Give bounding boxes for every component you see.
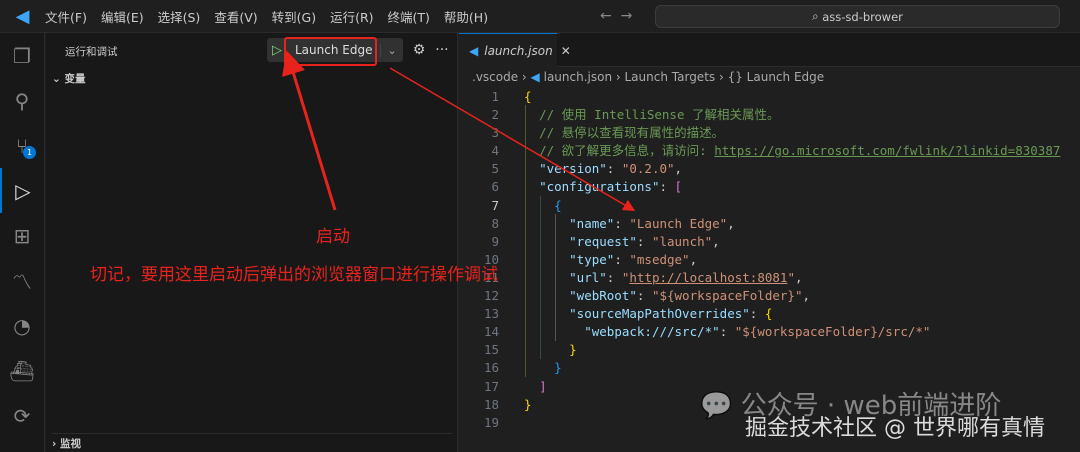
wechat-icon: 💬	[700, 391, 733, 421]
arrow-to-launch	[282, 50, 337, 211]
annotation-reminder: 切记，要用这里启动后弹出的浏览器窗口进行操作调试	[90, 265, 498, 285]
arrow-to-config	[389, 67, 636, 212]
annotation-start: 启动	[316, 227, 350, 247]
watermark-juejin: 掘金技术社区 @ 世界哪有真情	[745, 416, 1045, 441]
